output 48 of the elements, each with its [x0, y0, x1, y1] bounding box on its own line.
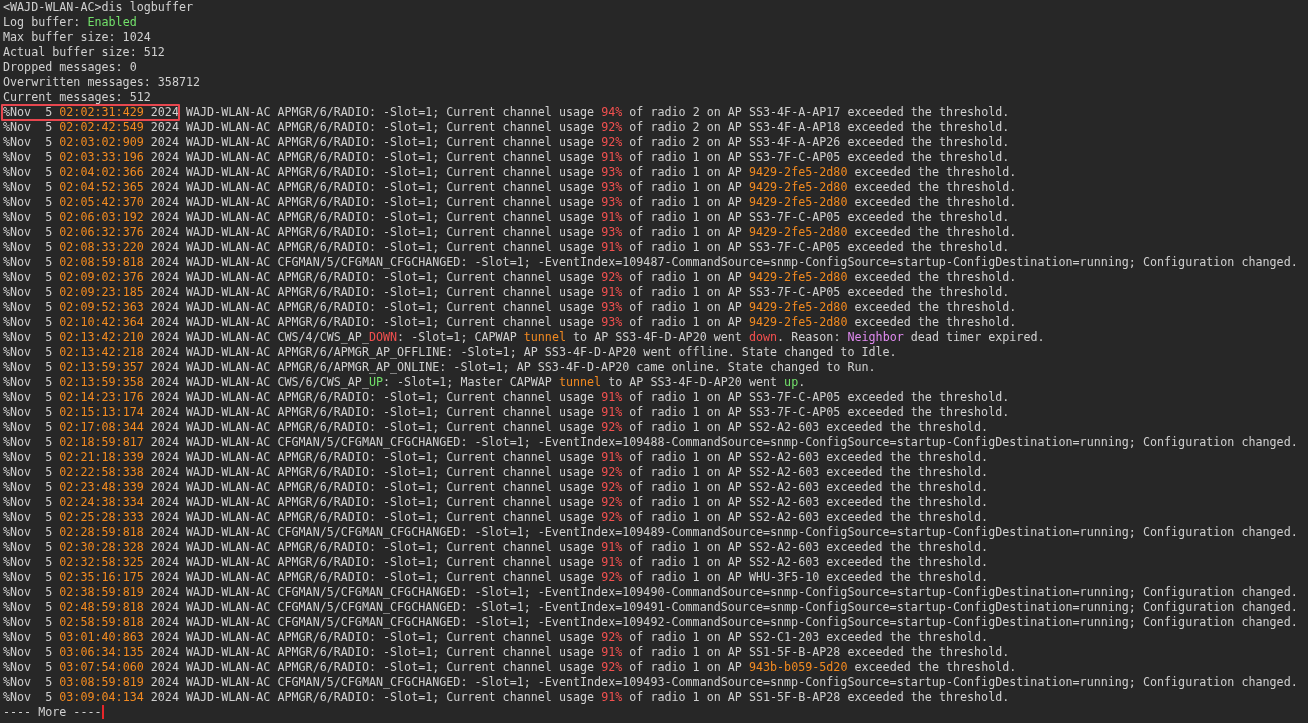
terminal-line: %Nov 5 02:14:23:176 2024 WAJD-WLAN-AC APMGR/6/RADIO: -Slot=1; Current channel usage 91% of radio 1 on AP SS3-7F-C-AP05 exceeded the threshold.: [3, 390, 1010, 404]
terminal-line: %Nov 5 03:01:40:863 2024 WAJD-WLAN-AC APMGR/6/RADIO: -Slot=1; Current channel usage 92% of radio 1 on AP SS2-C1-203 exceeded the threshold.: [3, 630, 989, 644]
terminal-line: %Nov 5 02:58:59:818 2024 WAJD-WLAN-AC CFGMAN/5/CFGMAN_CFGCHANGED: -Slot=1; -EventIndex=109492-CommandSource=snmp-ConfigSource=startup-ConfigDestination=running; Configuration changed.: [3, 615, 1298, 629]
terminal-line: %Nov 5 02:09:23:185 2024 WAJD-WLAN-AC APMGR/6/RADIO: -Slot=1; Current channel usage 91% of radio 1 on AP SS3-7F-C-AP05 exceeded the threshold.: [3, 285, 1010, 299]
terminal-line: %Nov 5 02:18:59:817 2024 WAJD-WLAN-AC CFGMAN/5/CFGMAN_CFGCHANGED: -Slot=1; -EventIndex=109488-CommandSource=snmp-ConfigSource=startup-ConfigDestination=running; Configuration changed.: [3, 435, 1298, 449]
terminal-line: %Nov 5 03:06:34:135 2024 WAJD-WLAN-AC APMGR/6/RADIO: -Slot=1; Current channel usage 91% of radio 1 on AP SS1-5F-B-AP28 exceeded the threshold.: [3, 645, 1010, 659]
terminal-line: %Nov 5 02:04:02:366 2024 WAJD-WLAN-AC APMGR/6/RADIO: -Slot=1; Current channel usage 93% of radio 1 on AP 9429-2fe5-2d80 exceeded the threshold.: [3, 165, 1017, 179]
terminal-line: %Nov 5 02:03:02:909 2024 WAJD-WLAN-AC APMGR/6/RADIO: -Slot=1; Current channel usage 92% of radio 2 on AP SS3-4F-A-AP26 exceeded the threshold.: [3, 135, 1010, 149]
terminal-line: %Nov 5 02:38:59:819 2024 WAJD-WLAN-AC CFGMAN/5/CFGMAN_CFGCHANGED: -Slot=1; -EventIndex=109490-CommandSource=snmp-ConfigSource=startup-ConfigDestination=running; Configuration changed.: [3, 585, 1298, 599]
terminal-line: %Nov 5 02:21:18:339 2024 WAJD-WLAN-AC APMGR/6/RADIO: -Slot=1; Current channel usage 91% of radio 1 on AP SS2-A2-603 exceeded the threshold.: [3, 450, 989, 464]
terminal-line: %Nov 5 02:48:59:818 2024 WAJD-WLAN-AC CFGMAN/5/CFGMAN_CFGCHANGED: -Slot=1; -EventIndex=109491-CommandSource=snmp-ConfigSource=startup-ConfigDestination=running; Configuration changed.: [3, 600, 1298, 614]
terminal-line: %Nov 5 03:09:04:134 2024 WAJD-WLAN-AC APMGR/6/RADIO: -Slot=1; Current channel usage 91% of radio 1 on AP SS1-5F-B-AP28 exceeded the threshold.: [3, 690, 1010, 704]
terminal-line: %Nov 5 02:22:58:338 2024 WAJD-WLAN-AC APMGR/6/RADIO: -Slot=1; Current channel usage 92% of radio 1 on AP SS2-A2-603 exceeded the threshold.: [3, 465, 989, 479]
terminal-line: %Nov 5 02:17:08:344 2024 WAJD-WLAN-AC APMGR/6/RADIO: -Slot=1; Current channel usage 92% of radio 1 on AP SS2-A2-603 exceeded the threshold.: [3, 420, 989, 434]
terminal-line: %Nov 5 03:07:54:060 2024 WAJD-WLAN-AC APMGR/6/RADIO: -Slot=1; Current channel usage 92% of radio 1 on AP 943b-b059-5d20 exceeded the threshold.: [3, 660, 1017, 674]
terminal-line: %Nov 5 02:08:59:818 2024 WAJD-WLAN-AC CFGMAN/5/CFGMAN_CFGCHANGED: -Slot=1; -EventIndex=109487-CommandSource=snmp-ConfigSource=startup-ConfigDestination=running; Configuration changed.: [3, 255, 1298, 269]
terminal-line: %Nov 5 02:13:59:357 2024 WAJD-WLAN-AC APMGR/6/APMGR_AP_ONLINE: -Slot=1; AP SS3-4F-D-AP20 came online. State changed to Run.: [3, 360, 876, 374]
terminal-line: %Nov 5 02:04:52:365 2024 WAJD-WLAN-AC APMGR/6/RADIO: -Slot=1; Current channel usage 93% of radio 1 on AP 9429-2fe5-2d80 exceeded the threshold.: [3, 180, 1017, 194]
terminal-line: Current messages: 512: [3, 90, 151, 104]
terminal-line: %Nov 5 02:08:33:220 2024 WAJD-WLAN-AC APMGR/6/RADIO: -Slot=1; Current channel usage 91% of radio 1 on AP SS3-7F-C-AP05 exceeded the threshold.: [3, 240, 1010, 254]
terminal-line: %Nov 5 02:02:42:549 2024 WAJD-WLAN-AC APMGR/6/RADIO: -Slot=1; Current channel usage 92% of radio 2 on AP SS3-4F-A-AP18 exceeded the threshold.: [3, 120, 1010, 134]
terminal-line: %Nov 5 02:05:42:370 2024 WAJD-WLAN-AC APMGR/6/RADIO: -Slot=1; Current channel usage 93% of radio 1 on AP 9429-2fe5-2d80 exceeded the threshold.: [3, 195, 1017, 209]
terminal-line: Log buffer: Enabled: [3, 15, 137, 29]
terminal-line: %Nov 5 02:13:42:210 2024 WAJD-WLAN-AC CWS/4/CWS_AP_DOWN: -Slot=1; CAPWAP tunnel to AP SS3-4F-D-AP20 went down. Reason: Neighbor dead timer expired.: [3, 330, 1045, 344]
terminal-line: %Nov 5 02:09:52:363 2024 WAJD-WLAN-AC APMGR/6/RADIO: -Slot=1; Current channel usage 93% of radio 1 on AP 9429-2fe5-2d80 exceeded the threshold.: [3, 300, 1017, 314]
terminal-line: %Nov 5 02:06:32:376 2024 WAJD-WLAN-AC APMGR/6/RADIO: -Slot=1; Current channel usage 93% of radio 1 on AP 9429-2fe5-2d80 exceeded the threshold.: [3, 225, 1017, 239]
terminal-line: Max buffer size: 1024: [3, 30, 151, 44]
terminal-line: %Nov 5 02:35:16:175 2024 WAJD-WLAN-AC APMGR/6/RADIO: -Slot=1; Current channel usage 92% of radio 1 on AP WHU-3F5-10 exceeded the threshold.: [3, 570, 989, 584]
terminal-line: %Nov 5 02:25:28:333 2024 WAJD-WLAN-AC APMGR/6/RADIO: -Slot=1; Current channel usage 92% of radio 1 on AP SS2-A2-603 exceeded the threshold.: [3, 510, 989, 524]
terminal-line: %Nov 5 03:08:59:819 2024 WAJD-WLAN-AC CFGMAN/5/CFGMAN_CFGCHANGED: -Slot=1; -EventIndex=109493-CommandSource=snmp-ConfigSource=startup-ConfigDestination=running; Configuration changed.: [3, 675, 1298, 689]
terminal-line: %Nov 5 02:13:42:218 2024 WAJD-WLAN-AC APMGR/6/APMGR_AP_OFFLINE: -Slot=1; AP SS3-4F-D-AP20 went offline. State changed to Idle.: [3, 345, 897, 359]
terminal-line: %Nov 5 02:02:31:429 2024 WAJD-WLAN-AC APMGR/6/RADIO: -Slot=1; Current channel usage 94% of radio 2 on AP SS3-4F-A-AP17 exceeded the threshold.: [3, 105, 1010, 119]
terminal-line: %Nov 5 02:15:13:174 2024 WAJD-WLAN-AC APMGR/6/RADIO: -Slot=1; Current channel usage 91% of radio 1 on AP SS3-7F-C-AP05 exceeded the threshold.: [3, 405, 1010, 419]
terminal-line: %Nov 5 02:06:03:192 2024 WAJD-WLAN-AC APMGR/6/RADIO: -Slot=1; Current channel usage 91% of radio 1 on AP SS3-7F-C-AP05 exceeded the threshold.: [3, 210, 1010, 224]
terminal-line: %Nov 5 02:03:33:196 2024 WAJD-WLAN-AC APMGR/6/RADIO: -Slot=1; Current channel usage 91% of radio 1 on AP SS3-7F-C-AP05 exceeded the threshold.: [3, 150, 1010, 164]
terminal-line: %Nov 5 02:30:28:328 2024 WAJD-WLAN-AC APMGR/6/RADIO: -Slot=1; Current channel usage 91% of radio 1 on AP SS2-A2-603 exceeded the threshold.: [3, 540, 989, 554]
terminal-line: %Nov 5 02:10:42:364 2024 WAJD-WLAN-AC APMGR/6/RADIO: -Slot=1; Current channel usage 93% of radio 1 on AP 9429-2fe5-2d80 exceeded the threshold.: [3, 315, 1017, 329]
terminal-line: Overwritten messages: 358712: [3, 75, 201, 89]
terminal-line: <WAJD-WLAN-AC>dis logbuffer: [3, 0, 193, 14]
terminal-line: Actual buffer size: 512: [3, 45, 165, 59]
terminal-line: %Nov 5 02:09:02:376 2024 WAJD-WLAN-AC APMGR/6/RADIO: -Slot=1; Current channel usage 92% of radio 1 on AP 9429-2fe5-2d80 exceeded the threshold.: [3, 270, 1017, 284]
terminal-line: %Nov 5 02:28:59:818 2024 WAJD-WLAN-AC CFGMAN/5/CFGMAN_CFGCHANGED: -Slot=1; -EventIndex=109489-CommandSource=snmp-ConfigSource=startup-ConfigDestination=running; Configuration changed.: [3, 525, 1298, 539]
terminal-line: %Nov 5 02:32:58:325 2024 WAJD-WLAN-AC APMGR/6/RADIO: -Slot=1; Current channel usage 91% of radio 1 on AP SS2-A2-603 exceeded the threshold.: [3, 555, 989, 569]
terminal-line: %Nov 5 02:13:59:358 2024 WAJD-WLAN-AC CWS/6/CWS_AP_UP: -Slot=1; Master CAPWAP tunnel to AP SS3-4F-D-AP20 went up.: [3, 375, 806, 389]
terminal-line: Dropped messages: 0: [3, 60, 137, 74]
terminal-line: %Nov 5 02:23:48:339 2024 WAJD-WLAN-AC APMGR/6/RADIO: -Slot=1; Current channel usage 92% of radio 1 on AP SS2-A2-603 exceeded the threshold.: [3, 480, 989, 494]
terminal-line: ---- More ----: [3, 705, 102, 719]
terminal-line: %Nov 5 02:24:38:334 2024 WAJD-WLAN-AC APMGR/6/RADIO: -Slot=1; Current channel usage 92% of radio 1 on AP SS2-A2-603 exceeded the threshold.: [3, 495, 989, 509]
